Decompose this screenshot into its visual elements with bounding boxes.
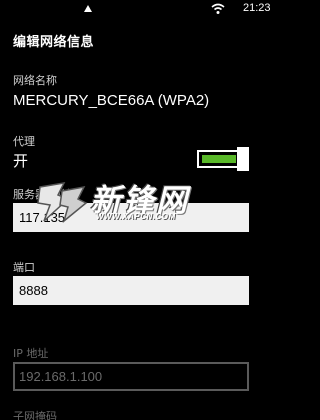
network-name-label: 网络名称 xyxy=(13,74,57,87)
proxy-label: 代理 xyxy=(13,135,35,148)
toggle-thumb[interactable] xyxy=(237,147,249,171)
port-input[interactable]: 8888 xyxy=(13,276,249,305)
subnet-mask-label: 子网掩码 xyxy=(13,410,57,420)
proxy-state-label: 开 xyxy=(13,153,29,170)
status-clock: 21:23 xyxy=(243,2,271,14)
status-bar: 21:23 xyxy=(0,0,275,20)
ip-address-input: 192.168.1.100 xyxy=(13,362,249,391)
proxy-toggle-switch[interactable] xyxy=(197,147,249,171)
port-label: 端口 xyxy=(13,261,35,274)
toggle-fill xyxy=(202,155,236,163)
network-name-value: MERCURY_BCE66A (WPA2) xyxy=(13,92,210,109)
wifi-icon xyxy=(211,3,225,14)
page-title: 编辑网络信息 xyxy=(13,35,95,50)
watermark-url: WWW.XAPCN.COM xyxy=(96,212,176,221)
watermark-logo-icon xyxy=(37,182,88,224)
watermark: 新锋网 WWW.XAPCN.COM xyxy=(34,175,244,235)
signal-icon xyxy=(84,5,92,12)
toggle-track xyxy=(197,150,241,168)
ip-address-label: IP 地址 xyxy=(13,347,49,360)
edit-network-info-screen: 21:23 编辑网络信息 网络名称 MERCURY_BCE66A (WPA2) … xyxy=(0,0,275,420)
